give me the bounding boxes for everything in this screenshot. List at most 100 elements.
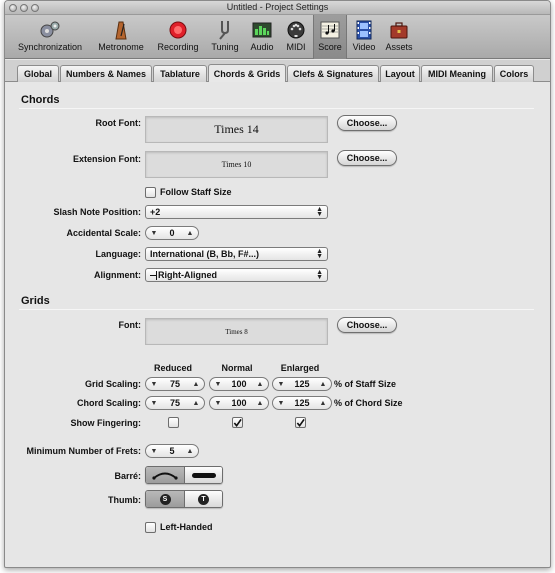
root-font-choose-button[interactable]: Choose... <box>337 115 397 131</box>
decrement-arrow-icon[interactable]: ▼ <box>150 448 158 455</box>
stepper-value: 75 <box>169 379 180 389</box>
follow-staff-size-checkbox[interactable] <box>145 187 156 198</box>
follow-staff-size-label: Follow Staff Size <box>160 187 232 197</box>
metronome-icon <box>110 20 132 40</box>
toolbar-label: Tuning <box>211 42 239 52</box>
grid-scaling-normal-stepper[interactable]: ▼ 100 ▲ <box>209 377 269 391</box>
increment-arrow-icon[interactable]: ▲ <box>256 400 264 407</box>
thumb-t-icon: T <box>198 493 209 505</box>
thumb-s-option[interactable]: S <box>146 491 184 507</box>
decrement-arrow-icon[interactable]: ▼ <box>214 381 222 388</box>
toolbar-label: Metronome <box>98 42 144 52</box>
language-select[interactable]: International (B, Bb, F#...) ▲ ▼ <box>145 247 328 261</box>
slash-note-position-select[interactable]: +2 ▲ ▼ <box>145 205 328 219</box>
bar-barre-icon <box>191 473 216 478</box>
toolbar-label: Recording <box>157 42 199 52</box>
tab-clefs-signatures[interactable]: Clefs & Signatures <box>287 65 379 82</box>
up-down-arrows-icon: ▲ ▼ <box>316 248 323 260</box>
stepper-value: 100 <box>231 379 247 389</box>
grids-section-title: Grids <box>21 295 50 307</box>
grid-scaling-enlarged-stepper[interactable]: ▼ 125 ▲ <box>272 377 332 391</box>
alignment-select[interactable]: Right-Aligned ▲ ▼ <box>145 268 328 282</box>
checkmark-icon <box>233 418 242 427</box>
toolbar-audio[interactable]: Audio <box>246 15 278 59</box>
thumb-s-icon: S <box>159 493 171 505</box>
grid-font-label: Font: <box>118 320 142 330</box>
tab-chords-grids[interactable]: Chords & Grids <box>208 64 286 82</box>
show-fingering-normal-checkbox[interactable] <box>232 417 243 428</box>
grid-font-display: Times 8 <box>145 318 328 345</box>
toolbar-synchronization[interactable]: Synchronization <box>10 15 90 59</box>
root-font-label: Root Font: <box>95 118 141 128</box>
left-handed-checkbox[interactable] <box>145 522 156 533</box>
increment-arrow-icon[interactable]: ▲ <box>192 400 200 407</box>
grid-font-choose-button[interactable]: Choose... <box>337 317 397 333</box>
decrement-arrow-icon[interactable]: ▼ <box>150 230 158 237</box>
gears-icon <box>39 20 61 40</box>
toolbar-score[interactable]: Score <box>313 15 347 59</box>
chords-grids-panel: Chords Root Font: Times 14 Choose... Ext… <box>5 83 550 567</box>
stepper-value: 0 <box>169 228 175 238</box>
score-notes-icon <box>319 20 341 40</box>
checkmark-icon <box>296 418 305 427</box>
tab-global[interactable]: Global <box>17 65 59 82</box>
toolbar-tuning[interactable]: Tuning <box>206 15 244 59</box>
title-bar: Untitled - Project Settings <box>5 1 550 15</box>
tab-layout[interactable]: Layout <box>380 65 420 82</box>
grid-scaling-reduced-stepper[interactable]: ▼ 75 ▲ <box>145 377 205 391</box>
increment-arrow-icon[interactable]: ▲ <box>319 400 327 407</box>
toolbar-recording[interactable]: Recording <box>152 15 204 59</box>
arc-barre-icon <box>152 472 178 480</box>
extension-font-label: Extension Font: <box>73 154 141 164</box>
alignment-label: Alignment: <box>94 270 141 280</box>
film-strip-icon <box>353 20 375 40</box>
show-fingering-enlarged-checkbox[interactable] <box>295 417 306 428</box>
left-handed-label: Left-Handed <box>160 522 213 532</box>
toolbar-video[interactable]: Video <box>348 15 380 59</box>
chord-scaling-enlarged-stepper[interactable]: ▼ 125 ▲ <box>272 396 332 410</box>
increment-arrow-icon[interactable]: ▲ <box>186 448 194 455</box>
toolbar-midi[interactable]: MIDI <box>280 15 312 59</box>
slash-note-position-label: Slash Note Position: <box>53 207 141 217</box>
tab-midi-meaning[interactable]: MIDI Meaning <box>421 65 493 82</box>
section-divider <box>19 309 534 310</box>
chord-scaling-reduced-stepper[interactable]: ▼ 75 ▲ <box>145 396 205 410</box>
increment-arrow-icon[interactable]: ▲ <box>256 381 264 388</box>
minimum-frets-label: Minimum Number of Frets: <box>26 446 141 456</box>
midi-port-icon <box>285 20 307 40</box>
decrement-arrow-icon[interactable]: ▼ <box>277 381 285 388</box>
chord-scaling-suffix: % of Chord Size <box>334 398 403 408</box>
select-value: International (B, Bb, F#...) <box>150 249 260 259</box>
thumb-t-option[interactable]: T <box>184 491 222 507</box>
arc-barre-option[interactable] <box>146 467 184 483</box>
toolbar-label: MIDI <box>286 42 306 52</box>
toolbar-metronome[interactable]: Metronome <box>93 15 149 59</box>
audio-meter-icon <box>251 20 273 40</box>
chord-scaling-normal-stepper[interactable]: ▼ 100 ▲ <box>209 396 269 410</box>
decrement-arrow-icon[interactable]: ▼ <box>150 381 158 388</box>
barre-label: Barré: <box>114 471 141 481</box>
increment-arrow-icon[interactable]: ▲ <box>192 381 200 388</box>
stepper-value: 125 <box>294 398 310 408</box>
toolbar-assets[interactable]: Assets <box>381 15 417 59</box>
extension-font-choose-button[interactable]: Choose... <box>337 150 397 166</box>
up-down-arrows-icon: ▲ ▼ <box>316 206 323 218</box>
show-fingering-reduced-checkbox[interactable] <box>168 417 179 428</box>
decrement-arrow-icon[interactable]: ▼ <box>277 400 285 407</box>
tab-colors[interactable]: Colors <box>494 65 534 82</box>
increment-arrow-icon[interactable]: ▲ <box>319 381 327 388</box>
chords-section-title: Chords <box>21 94 60 106</box>
extension-font-display: Times 10 <box>145 151 328 178</box>
up-down-arrows-icon: ▲ ▼ <box>316 269 323 281</box>
accidental-scale-stepper[interactable]: ▼ 0 ▲ <box>145 226 199 240</box>
decrement-arrow-icon[interactable]: ▼ <box>214 400 222 407</box>
grid-scaling-suffix: % of Staff Size <box>334 379 397 389</box>
window-title: Untitled - Project Settings <box>226 2 329 12</box>
briefcase-icon <box>388 20 410 40</box>
decrement-arrow-icon[interactable]: ▼ <box>150 400 158 407</box>
increment-arrow-icon[interactable]: ▲ <box>186 230 194 237</box>
tab-tablature[interactable]: Tablature <box>153 65 207 82</box>
tab-numbers-names[interactable]: Numbers & Names <box>60 65 152 82</box>
bar-barre-option[interactable] <box>184 467 222 483</box>
minimum-frets-stepper[interactable]: ▼ 5 ▲ <box>145 444 199 458</box>
